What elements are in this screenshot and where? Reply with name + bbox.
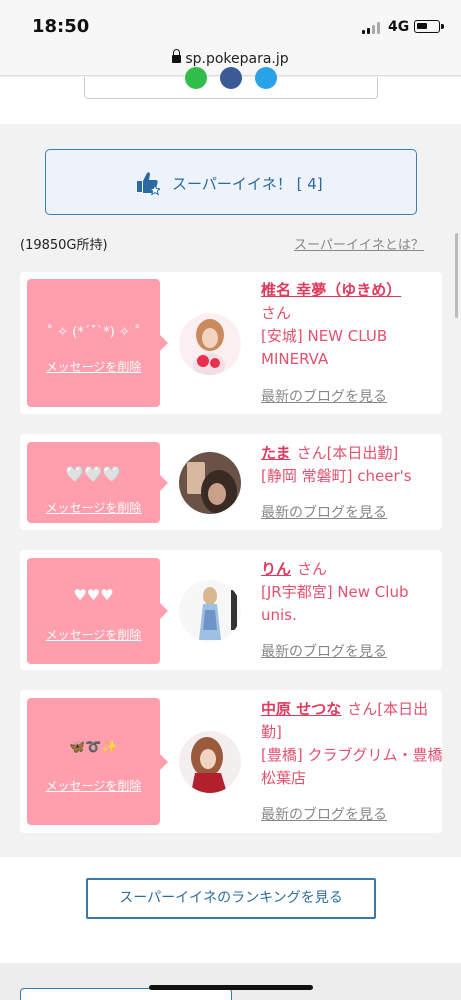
latest-blog-link[interactable]: 最新のブログを見る <box>261 641 387 661</box>
line-icon[interactable] <box>185 67 207 89</box>
url-text: sp.pokepara.jp <box>185 51 289 67</box>
thumbs-up-star-icon <box>137 172 160 196</box>
avatar[interactable] <box>179 313 241 375</box>
avatar[interactable] <box>179 731 241 793</box>
message-bubble: ♥♥♥ メッセージを削除 <box>27 558 168 664</box>
avatar[interactable] <box>179 452 241 514</box>
message-card: ♥♥♥ メッセージを削除 りん さん [JR宇都宮] New Club unis.… <box>20 550 442 670</box>
ranking-button[interactable]: スーパーイイネのランキングを見る <box>86 878 376 919</box>
message-text: 🤍🤍🤍 <box>65 465 122 483</box>
message-text: ˚ ✧ (*´ˇ`*) ✧ ˚ <box>46 325 141 340</box>
message-card: ˚ ✧ (*´ˇ`*) ✧ ˚ メッセージを削除 椎名 幸夢（ゆきめ） さん [… <box>20 272 442 414</box>
message-text: ♥♥♥ <box>73 586 114 604</box>
cast-suffix: さん[本日出勤] <box>296 444 399 462</box>
cast-shop: [安城] NEW CLUB MINERVA <box>261 327 388 368</box>
cast-shop: [JR宇都宮] New Club unis. <box>261 583 409 624</box>
cast-name-link[interactable]: 中原 せつな <box>261 700 341 718</box>
latest-blog-link[interactable]: 最新のブログを見る <box>261 386 387 406</box>
cast-shop: [豊橋] クラブグリム・豊橋松葉店 <box>261 746 443 787</box>
cast-info: りん さん [JR宇都宮] New Club unis. <box>261 558 441 627</box>
super-iine-button[interactable]: スーパーイイネ！ [ 4] <box>45 149 417 215</box>
owned-points: (19850G所持) <box>20 238 108 253</box>
message-card: 🦋➰✨ メッセージを削除 中原 せつな さん[本日出勤] [豊橋] クラブグリム・… <box>20 690 442 833</box>
super-iine-label: スーパーイイネ！ [ 4] <box>172 175 323 193</box>
status-time: 18:50 <box>32 16 90 37</box>
cast-info: 椎名 幸夢（ゆきめ） さん [安城] NEW CLUB MINERVA <box>261 279 436 371</box>
status-bar: 18:50 4G <box>0 0 461 46</box>
scrollbar[interactable] <box>455 233 458 318</box>
lock-icon <box>172 49 182 63</box>
cast-suffix: さん <box>261 304 292 322</box>
cast-name-link[interactable]: たま <box>261 444 291 462</box>
cast-name-link[interactable]: 椎名 幸夢（ゆきめ） <box>261 281 401 299</box>
twitter-icon[interactable] <box>255 67 277 89</box>
home-indicator[interactable] <box>149 985 313 990</box>
cast-shop: [静岡 常磐町] cheer's <box>261 467 412 485</box>
cast-name-link[interactable]: りん <box>261 560 291 578</box>
delete-message-link[interactable]: メッセージを削除 <box>27 777 160 794</box>
facebook-icon[interactable] <box>220 67 242 89</box>
latest-blog-link[interactable]: 最新のブログを見る <box>261 804 387 824</box>
about-super-iine-link[interactable]: スーパーイイネとは？ <box>294 234 424 253</box>
cast-info: たま さん[本日出勤] [静岡 常磐町] cheer's <box>261 442 441 488</box>
battery-icon <box>414 20 444 33</box>
message-text: 🦋➰✨ <box>69 740 118 755</box>
message-bubble: ˚ ✧ (*´ˇ`*) ✧ ˚ メッセージを削除 <box>27 279 168 407</box>
avatar[interactable] <box>179 580 241 642</box>
signal-icon <box>362 22 382 34</box>
delete-message-link[interactable]: メッセージを削除 <box>27 499 160 516</box>
delete-message-link[interactable]: メッセージを削除 <box>27 358 160 375</box>
network-type: 4G <box>388 19 410 35</box>
message-card: 🤍🤍🤍 メッセージを削除 たま さん[本日出勤] [静岡 常磐町] cheer's… <box>20 434 442 530</box>
cast-info: 中原 せつな さん[本日出勤] [豊橋] クラブグリム・豊橋松葉店 <box>261 698 446 790</box>
latest-blog-link[interactable]: 最新のブログを見る <box>261 502 387 522</box>
delete-message-link[interactable]: メッセージを削除 <box>27 626 160 643</box>
share-box <box>84 67 378 99</box>
cast-suffix: さん <box>297 560 328 578</box>
message-bubble: 🤍🤍🤍 メッセージを削除 <box>27 442 168 523</box>
message-bubble: 🦋➰✨ メッセージを削除 <box>27 698 168 825</box>
